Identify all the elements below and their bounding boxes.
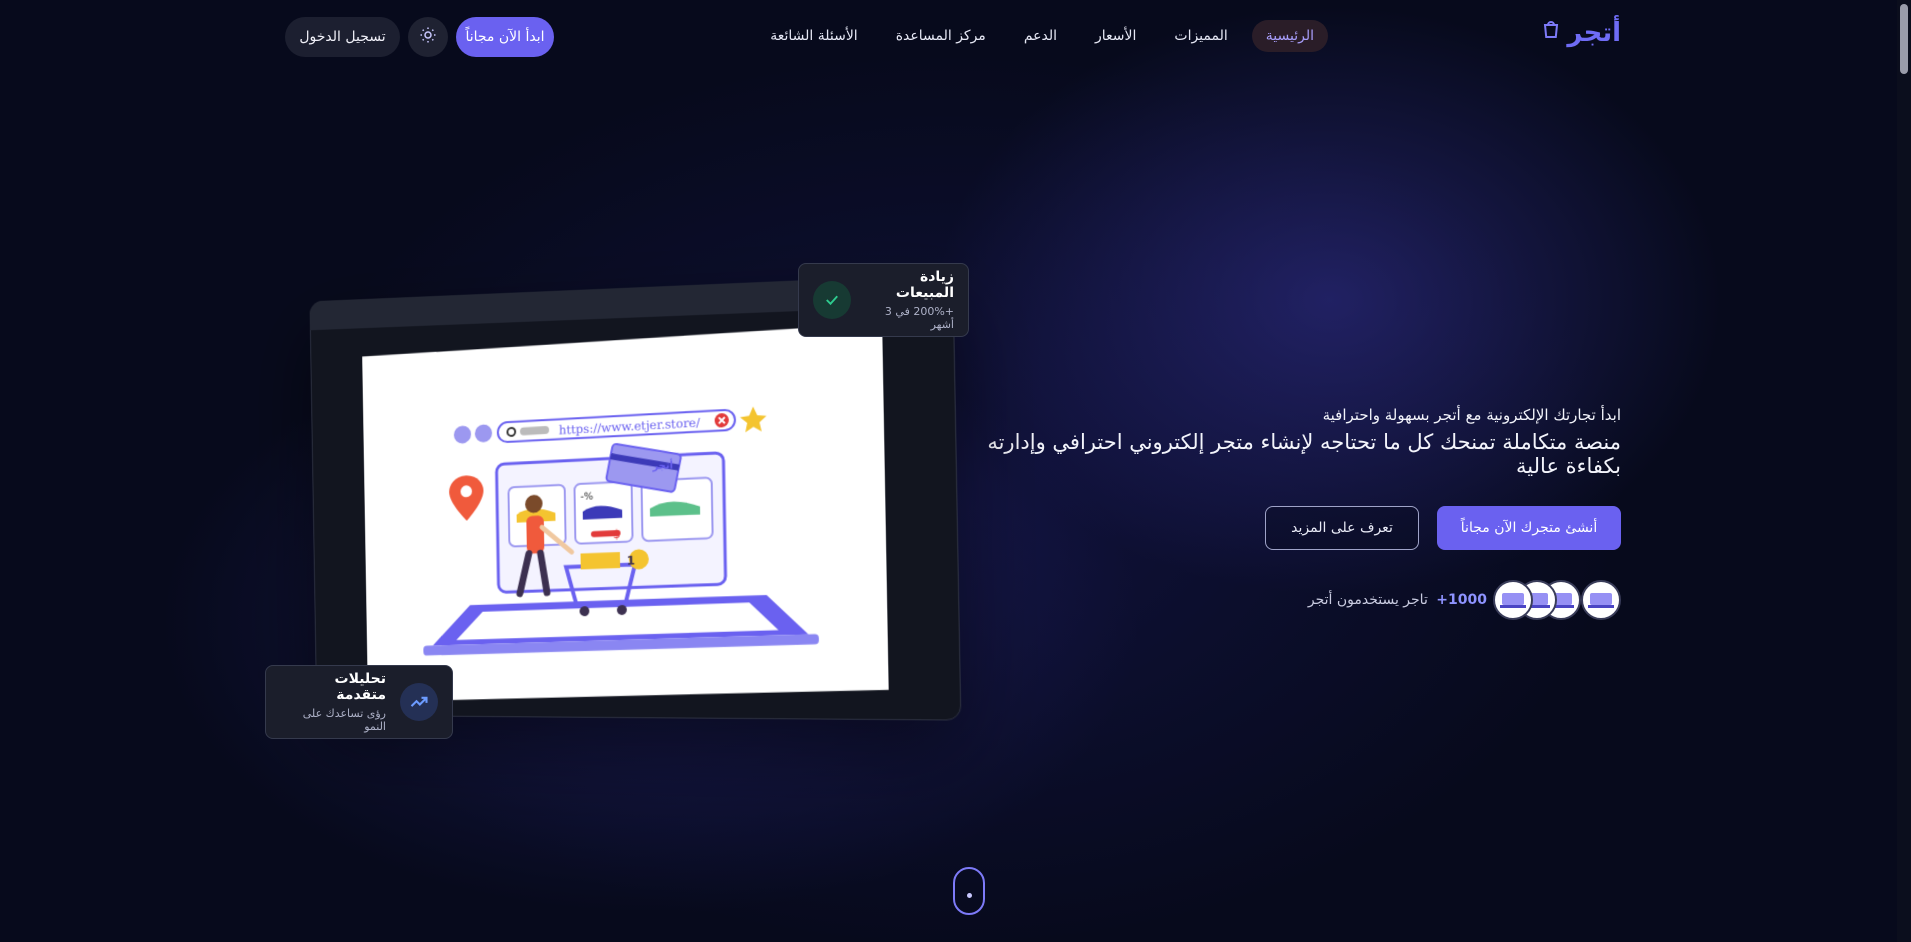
analytics-card-text: تحليلات متقدمة رؤى تساعدك على النمو	[280, 671, 386, 733]
cart-count: 1	[627, 553, 636, 568]
hero-tagline: ابدأ تجارتك الإلكترونية مع أتجر بسهولة و…	[981, 406, 1621, 424]
hero-buttons: أنشئ متجرك الآن مجاناً تعرف على المزيد	[981, 506, 1621, 550]
login-button[interactable]: تسجيل الدخول	[285, 17, 400, 57]
theme-toggle-button[interactable]	[408, 17, 448, 57]
shopping-bag-logo-icon	[1539, 18, 1563, 48]
nav-link-faq[interactable]: الأسئلة الشائعة	[756, 20, 872, 52]
create-store-button[interactable]: أنشئ متجرك الآن مجاناً	[1437, 506, 1621, 550]
merchant-label: تاجر يستخدمون أتجر	[1308, 592, 1428, 608]
mini-logo: أتجر	[651, 458, 673, 472]
nav-link-help-center[interactable]: مركز المساعدة	[882, 20, 1000, 52]
browser-url-bar: https://www.etjer.store/	[454, 406, 767, 448]
nav-link-features[interactable]: المميزات	[1160, 20, 1241, 52]
nav-link-home[interactable]: الرئيسية	[1252, 20, 1328, 52]
brand-name: أتجر	[1567, 18, 1621, 48]
avatar	[1581, 580, 1621, 620]
device-screen: https://www.etjer.store/ -% $ أتجر 1	[362, 323, 889, 702]
nav-link-support[interactable]: الدعم	[1010, 20, 1071, 52]
top-navigation: أتجر الرئيسية المميزات الأسعار الدعم مرك…	[0, 0, 1911, 74]
sales-card-subtitle: +200% في 3 أشهر	[865, 305, 954, 331]
laptop-illustration: https://www.etjer.store/ -% $ أتجر 1	[309, 274, 961, 721]
start-free-button[interactable]: ابدأ الآن مجاناً	[456, 17, 554, 57]
nav-link-pricing[interactable]: الأسعار	[1081, 20, 1150, 52]
price-symbol: $	[613, 527, 621, 542]
merchant-count: 1000+	[1436, 592, 1487, 608]
social-proof: 1000+ تاجر يستخدمون أتجر	[981, 580, 1621, 620]
sales-card-title: زيادة المبيعات	[865, 269, 954, 301]
brand-logo[interactable]: أتجر	[1539, 18, 1621, 48]
learn-more-button[interactable]: تعرف على المزيد	[1265, 506, 1419, 550]
ecommerce-illustration: https://www.etjer.store/ -% $ أتجر 1	[362, 323, 889, 702]
merchant-avatars	[1509, 580, 1621, 620]
hero-heading: منصة متكاملة تمنحك كل ما تحتاجه لإنشاء م…	[981, 430, 1621, 478]
nav-actions: تسجيل الدخول ابدأ الآن مجاناً	[285, 17, 554, 57]
sun-icon	[419, 26, 437, 48]
analytics-card-subtitle: رؤى تساعدك على النمو	[280, 707, 386, 733]
discount-label: -%	[580, 491, 593, 503]
analytics-card-title: تحليلات متقدمة	[280, 671, 386, 703]
sales-card-text: زيادة المبيعات +200% في 3 أشهر	[865, 269, 954, 331]
nav-links: الرئيسية المميزات الأسعار الدعم مركز الم…	[756, 20, 1328, 52]
check-icon	[813, 281, 851, 319]
scroll-dot	[967, 893, 972, 898]
avatar	[1493, 580, 1533, 620]
sales-increase-card: زيادة المبيعات +200% في 3 أشهر	[798, 263, 969, 337]
merchant-count-text: 1000+ تاجر يستخدمون أتجر	[1308, 592, 1487, 608]
trending-up-icon	[400, 683, 438, 721]
advanced-analytics-card: تحليلات متقدمة رؤى تساعدك على النمو	[265, 665, 453, 739]
scrollbar-thumb[interactable]	[1900, 4, 1908, 74]
page-scrollbar[interactable]	[1897, 0, 1911, 942]
scroll-down-indicator[interactable]	[953, 867, 985, 915]
hero-section: ابدأ تجارتك الإلكترونية مع أتجر بسهولة و…	[981, 406, 1621, 620]
